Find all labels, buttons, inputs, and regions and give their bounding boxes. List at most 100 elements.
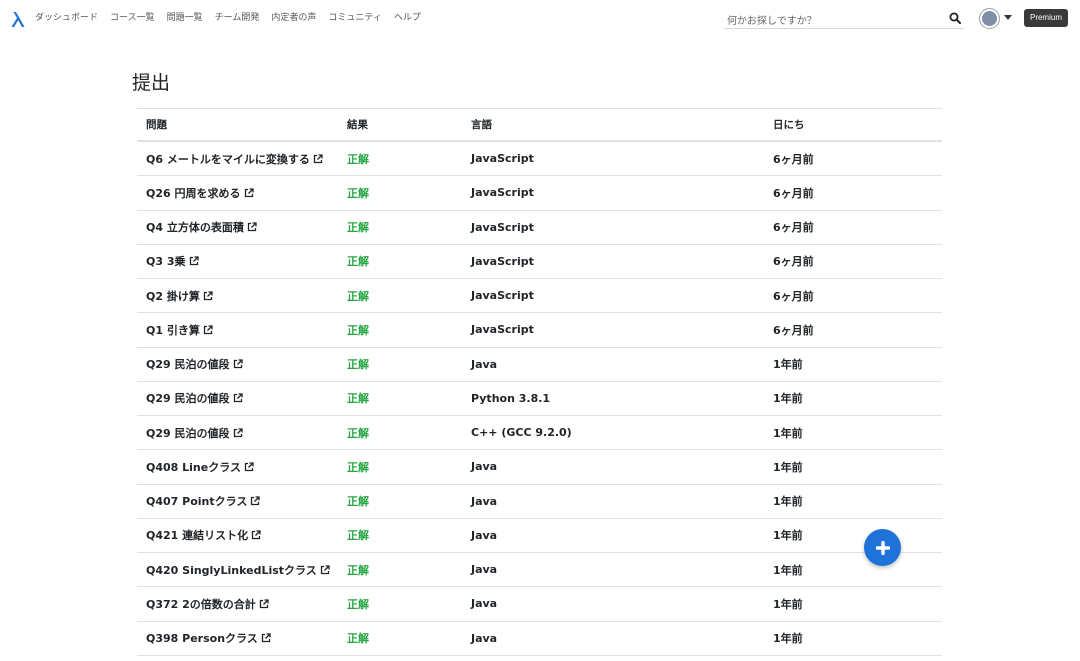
table-row: Q29 民泊の値段 正解 C++ (GCC 9.2.0) 1年前 <box>137 416 942 451</box>
main-nav: ダッシュボード コース一覧 問題一覧 チーム開発 内定者の声 コミュニティ ヘル… <box>35 12 421 24</box>
result-cell: 正解 <box>347 152 369 166</box>
date-cell: 6ヶ月前 <box>773 221 814 235</box>
problem-link[interactable]: Q29 民泊の値段 <box>146 390 230 406</box>
external-link-icon[interactable] <box>203 290 213 301</box>
problem-link[interactable]: Q408 Lineクラス <box>146 459 241 475</box>
language-cell: JavaScript <box>471 186 534 200</box>
search-input[interactable] <box>724 12 942 31</box>
external-link-icon[interactable] <box>251 530 261 540</box>
problem-link[interactable]: Q398 Personクラス <box>146 630 258 646</box>
date-cell: 1年前 <box>773 358 803 372</box>
language-cell: Java <box>471 563 498 577</box>
submissions-table: 問題 結果 言語 日にち Q6 メートルをマイルに変換する 正解 JavaScrip… <box>137 108 942 656</box>
result-cell: 正解 <box>347 495 369 509</box>
nav-team-dev[interactable]: チーム開発 <box>215 12 260 24</box>
problem-link[interactable]: Q421 連結リスト化 <box>146 527 248 543</box>
result-cell: 正解 <box>347 563 369 577</box>
external-link-icon[interactable] <box>203 325 213 335</box>
table-row: Q3 3乗 正解 JavaScript 6ヶ月前 <box>137 245 942 279</box>
language-cell: JavaScript <box>471 220 534 234</box>
header-problem: 問題 <box>146 119 167 131</box>
language-cell: JavaScript <box>471 254 534 268</box>
date-cell: 1年前 <box>773 563 803 577</box>
premium-button[interactable]: Premium <box>1024 9 1068 27</box>
header-language: 言語 <box>471 119 492 131</box>
nav-testimonials[interactable]: 内定者の声 <box>271 12 316 24</box>
external-link-icon[interactable] <box>247 222 257 232</box>
external-link-icon[interactable] <box>244 462 254 472</box>
external-link-icon[interactable] <box>313 153 323 164</box>
header-result: 結果 <box>347 119 368 131</box>
problem-cell: Q408 Lineクラス <box>146 450 254 483</box>
external-link-icon[interactable] <box>259 599 269 609</box>
table-row: Q1 引き算 正解 JavaScript 6ヶ月前 <box>137 313 942 348</box>
problem-link[interactable]: Q420 SinglyLinkedListクラス <box>146 562 317 578</box>
result-cell: 正解 <box>347 392 369 406</box>
external-link-icon[interactable] <box>233 359 243 369</box>
problem-cell: Q6 メートルをマイルに変換する <box>146 142 323 175</box>
external-link-icon[interactable] <box>320 564 330 575</box>
language-cell: C++ (GCC 9.2.0) <box>471 426 572 440</box>
table-header: 問題 結果 言語 日にち <box>137 108 942 142</box>
table-body: Q6 メートルをマイルに変換する 正解 JavaScript 6ヶ月前 Q26 円周を求… <box>137 142 942 656</box>
problem-cell: Q407 Pointクラス <box>146 485 261 518</box>
problem-link[interactable]: Q4 立方体の表面積 <box>146 219 244 235</box>
table-row: Q407 Pointクラス 正解 Java 1年前 <box>137 485 942 519</box>
problem-cell: Q398 Personクラス <box>146 622 271 655</box>
nav-help[interactable]: ヘルプ <box>394 12 421 24</box>
avatar[interactable] <box>979 8 1000 29</box>
table-row: Q2 掛け算 正解 JavaScript 6ヶ月前 <box>137 279 942 314</box>
search-box <box>724 9 964 31</box>
external-link-icon[interactable] <box>233 427 243 438</box>
table-row: Q26 円周を求める 正解 JavaScript 6ヶ月前 <box>137 176 942 211</box>
table-row: Q29 民泊の値段 正解 Python 3.8.1 1年前 <box>137 382 942 416</box>
problem-link[interactable]: Q3 3乗 <box>146 253 186 269</box>
nav-courses[interactable]: コース一覧 <box>110 12 155 24</box>
language-cell: JavaScript <box>471 152 534 166</box>
problem-link[interactable]: Q407 Pointクラス <box>146 493 247 509</box>
date-cell: 1年前 <box>773 597 803 611</box>
table-row: Q372 2の倍数の合計 正解 Java 1年前 <box>137 587 942 622</box>
external-link-icon[interactable] <box>250 496 261 506</box>
table-row: Q29 民泊の値段 正解 Java 1年前 <box>137 348 942 382</box>
external-link-icon[interactable] <box>244 188 254 198</box>
problem-cell: Q420 SinglyLinkedListクラス <box>146 553 330 586</box>
plus-icon <box>875 540 890 555</box>
problem-link[interactable]: Q1 引き算 <box>146 322 200 338</box>
problem-link[interactable]: Q26 円周を求める <box>146 185 241 201</box>
nav-dashboard[interactable]: ダッシュボード <box>35 12 98 24</box>
add-button[interactable] <box>864 529 901 566</box>
language-cell: Python 3.8.1 <box>471 391 551 405</box>
date-cell: 6ヶ月前 <box>773 255 814 269</box>
external-link-icon[interactable] <box>261 633 271 643</box>
date-cell: 6ヶ月前 <box>773 289 814 303</box>
problem-cell: Q26 円周を求める <box>146 176 254 209</box>
result-cell: 正解 <box>347 460 369 474</box>
external-link-icon[interactable] <box>233 393 243 403</box>
table-row: Q6 メートルをマイルに変換する 正解 JavaScript 6ヶ月前 <box>137 142 942 177</box>
problem-cell: Q3 3乗 <box>146 245 199 278</box>
date-cell: 1年前 <box>773 392 803 406</box>
result-cell: 正解 <box>347 529 369 543</box>
external-link-icon[interactable] <box>189 256 199 266</box>
language-cell: Java <box>471 494 498 508</box>
result-cell: 正解 <box>347 323 369 337</box>
date-cell: 1年前 <box>773 632 803 646</box>
result-cell: 正解 <box>347 221 369 235</box>
chevron-down-icon[interactable] <box>1004 15 1012 20</box>
nav-problems[interactable]: 問題一覧 <box>167 12 203 24</box>
problem-link[interactable]: Q6 メートルをマイルに変換する <box>146 151 310 167</box>
problem-link[interactable]: Q372 2の倍数の合計 <box>146 596 256 612</box>
problem-cell: Q1 引き算 <box>146 313 213 346</box>
language-cell: Java <box>471 528 498 542</box>
nav-community[interactable]: コミュニティ <box>328 12 381 24</box>
search-icon[interactable] <box>949 12 961 24</box>
date-cell: 1年前 <box>773 529 803 543</box>
problem-link[interactable]: Q29 民泊の値段 <box>146 425 230 441</box>
language-cell: JavaScript <box>471 289 534 303</box>
recursion-logo-icon[interactable] <box>10 10 26 28</box>
result-cell: 正解 <box>347 255 369 269</box>
problem-link[interactable]: Q2 掛け算 <box>146 288 200 304</box>
language-cell: Java <box>471 460 498 474</box>
problem-link[interactable]: Q29 民泊の値段 <box>146 356 230 372</box>
